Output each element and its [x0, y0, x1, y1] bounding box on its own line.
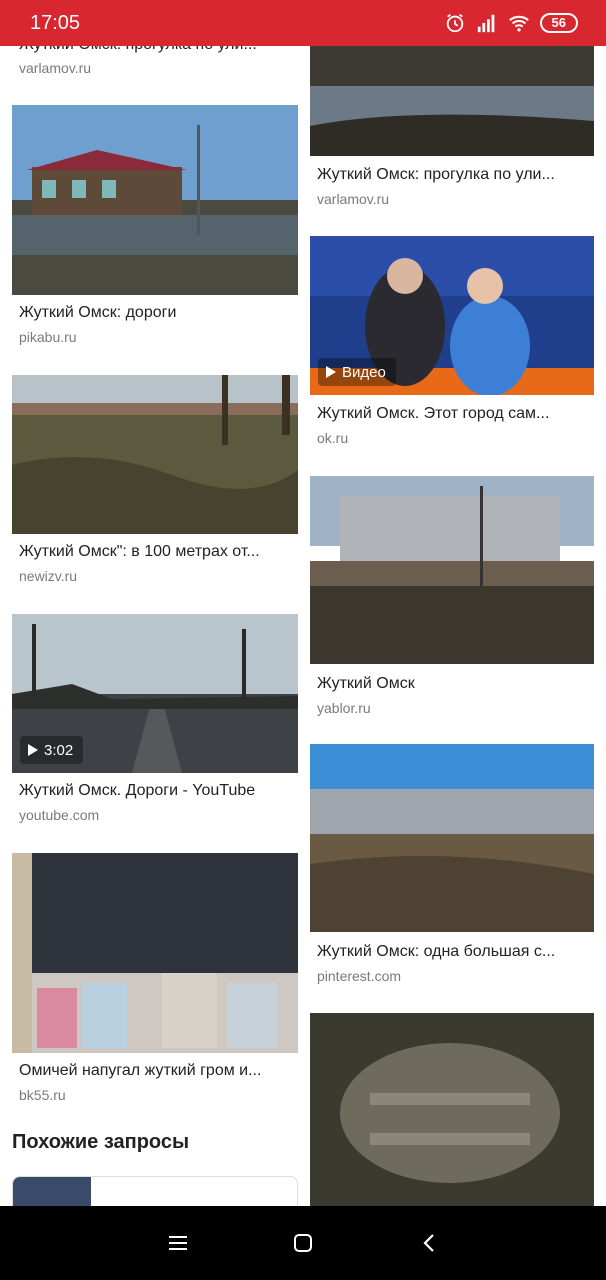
result-source: varlamov.ru	[19, 60, 92, 76]
result-card[interactable]: Жуткий Омск: прогулка по ули... varlamov…	[310, 46, 594, 216]
signal-icon	[477, 14, 494, 33]
result-title: Жуткий Омск: одна большая с...	[317, 943, 556, 960]
wifi-icon	[508, 15, 529, 32]
result-card[interactable]: Жуткий Омск: прогулка по ули... varlamov…	[12, 46, 298, 86]
result-card[interactable]: Видео Жуткий Омск. Этот город сам... ok.…	[310, 236, 594, 451]
result-image[interactable]	[310, 744, 594, 932]
result-card[interactable]: Омичей напугал жуткий гром и... bk55.ru	[12, 853, 298, 1103]
result-image[interactable]	[12, 105, 298, 295]
play-icon	[28, 744, 38, 756]
result-source: yablor.ru	[317, 700, 371, 716]
play-icon	[326, 366, 336, 378]
result-card[interactable]: 3:02 Жуткий Омск. Дороги - YouTube youtu…	[12, 614, 298, 859]
result-source: pinterest.com	[317, 968, 402, 984]
result-image[interactable]	[310, 476, 594, 664]
result-title: Жуткий Омск: прогулка по ули...	[19, 46, 292, 54]
result-title: Жуткий Омск. Дороги - YouTube	[19, 782, 256, 799]
result-card[interactable]: Жуткий Омск: одна большая с... pinterest…	[310, 744, 594, 989]
back-button[interactable]	[415, 1228, 445, 1258]
result-title: Жуткий Омск: прогулка по ули...	[317, 166, 555, 183]
navigation-bar	[0, 1206, 606, 1280]
video-duration-badge: 3:02	[20, 736, 84, 764]
related-queries-heading: Похожие запросы	[12, 1131, 190, 1153]
menu-icon	[169, 1236, 187, 1250]
result-source: ok.ru	[317, 430, 349, 446]
back-icon	[423, 1234, 434, 1252]
video-duration: 3:02	[44, 741, 74, 759]
video-label: Видео	[342, 363, 386, 381]
result-title: Омичей напугал жуткий гром и...	[19, 1062, 262, 1079]
result-card[interactable]: Жуткий Омск yablor.ru	[310, 476, 594, 721]
video-badge: Видео	[318, 358, 396, 386]
result-source: pikabu.ru	[19, 329, 77, 345]
status-bar: 17:05 56	[0, 0, 606, 46]
home-button[interactable]	[288, 1228, 318, 1258]
alarm-icon	[446, 13, 463, 33]
result-title: Жуткий Омск. Этот город сам...	[317, 405, 550, 422]
related-query-card[interactable]	[12, 1176, 298, 1206]
result-image[interactable]	[310, 46, 594, 156]
home-icon	[294, 1234, 312, 1252]
result-card[interactable]: Жуткий Омск: дороги pikabu.ru	[12, 105, 298, 350]
result-title: Жуткий Омск: дороги	[19, 304, 177, 321]
result-image[interactable]	[12, 853, 298, 1053]
result-image[interactable]	[310, 1013, 594, 1206]
status-time: 17:05	[30, 12, 81, 34]
result-title: Жуткий Омск": в 100 метрах от...	[19, 543, 260, 560]
image-results: Жуткий Омск: прогулка по ули... varlamov…	[0, 46, 606, 1206]
menu-button[interactable]	[163, 1228, 193, 1258]
result-card[interactable]	[310, 1013, 594, 1206]
status-icons: 56	[444, 12, 578, 34]
result-source: varlamov.ru	[317, 191, 390, 207]
result-card[interactable]: Жуткий Омск": в 100 метрах от... newizv.…	[12, 375, 298, 620]
result-title: Жуткий Омск	[317, 675, 415, 692]
result-image[interactable]	[12, 375, 298, 534]
related-query-image	[13, 1177, 91, 1206]
battery-indicator: 56	[539, 13, 578, 33]
result-source: bk55.ru	[19, 1087, 66, 1103]
result-source: youtube.com	[19, 807, 100, 823]
result-source: newizv.ru	[19, 568, 78, 584]
